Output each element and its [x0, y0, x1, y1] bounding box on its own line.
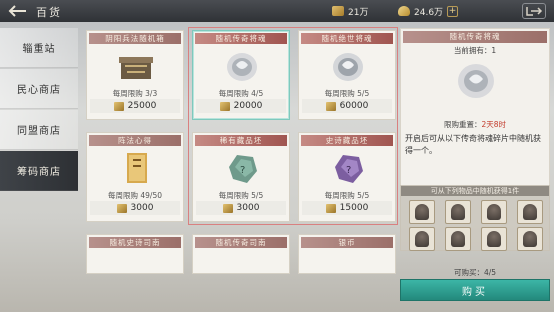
buy-button[interactable]: 购买: [400, 279, 550, 301]
card-title: 随机史诗司南: [89, 237, 181, 248]
card-title: 阴阳兵法随机箱: [89, 33, 181, 44]
coin-icon: [116, 203, 127, 213]
shop-card-legendary-soul[interactable]: 随机传奇将魂 每周限购 4/5 20000: [192, 30, 290, 120]
soul-orb-icon: [451, 59, 501, 103]
purple-stone-icon: ?: [323, 149, 373, 187]
sidebar-item-alliance-shop[interactable]: 同盟商店: [0, 110, 78, 150]
add-currency-button[interactable]: +: [447, 5, 459, 17]
price-value: 20000: [233, 101, 263, 111]
card-title: 随机传奇司南: [195, 237, 287, 248]
shop-card-epic-compass[interactable]: 随机史诗司南: [86, 234, 184, 274]
hero-portrait-icon: [451, 204, 465, 220]
page-title: 百货: [36, 6, 62, 19]
card-limit: 每周限购 5/5: [324, 191, 370, 200]
card-limit: 每周限购 3/3: [112, 89, 158, 98]
price-value: 25000: [127, 101, 157, 111]
coin-icon: [219, 101, 230, 111]
reward-slot[interactable]: [409, 200, 435, 224]
reward-slot[interactable]: [409, 227, 435, 251]
reward-slot[interactable]: [445, 200, 471, 224]
svg-text:?: ?: [346, 165, 351, 176]
shop-card-peerless-soul[interactable]: 随机绝世将魂 每周限购 5/5 60000: [298, 30, 396, 120]
treasure-box-icon: [111, 47, 161, 85]
card-price: 60000: [302, 99, 392, 113]
shop-card-formation-notes[interactable]: 阵法心得 每周限购 49/50 3000: [86, 132, 184, 222]
card-limit: 每周限购 5/5: [218, 191, 264, 200]
price-value: 3000: [130, 203, 154, 213]
price-value: 60000: [339, 101, 369, 111]
coin-icon: [325, 203, 336, 213]
scroll-book-icon: [111, 149, 161, 187]
card-title: 阵法心得: [89, 135, 181, 146]
reward-slot[interactable]: [445, 227, 471, 251]
purchase-remaining: 可购买：4/5: [453, 268, 497, 277]
card-price: 20000: [196, 99, 286, 113]
soul-orb-icon: [323, 47, 373, 85]
coin-icon: [222, 203, 233, 213]
card-limit: 每周限购 5/5: [324, 89, 370, 98]
price-value: 3000: [236, 203, 260, 213]
hero-portrait-icon: [451, 231, 465, 247]
restock-time: 2天8时: [481, 120, 507, 129]
card-title: 银币: [301, 237, 393, 248]
card-price: 3000: [90, 201, 180, 215]
gold-ingot-icon: [332, 6, 344, 16]
coin-icon: [113, 101, 124, 111]
sidebar-item-civil-shop[interactable]: 民心商店: [0, 69, 78, 109]
currency-yuanbao: 24.6万 +: [398, 4, 459, 18]
sidebar-item-chip-shop[interactable]: 筹码商店: [0, 151, 78, 191]
currency-ingot: 21万: [332, 4, 368, 18]
yuanbao-icon: [398, 6, 410, 16]
item-description: 开启后可从以下传奇将魂碎片中随机获得一个。: [405, 134, 541, 155]
hero-portrait-icon: [487, 204, 501, 220]
shop-card-rare-collectible[interactable]: 稀有藏品坯 ? 每周限购 5/5 3000: [192, 132, 290, 222]
reward-slot[interactable]: [517, 227, 543, 251]
hero-portrait-icon: [487, 231, 501, 247]
green-stone-icon: ?: [217, 149, 267, 187]
card-title: 随机传奇将魂: [195, 33, 287, 44]
card-price: 25000: [90, 99, 180, 113]
hero-portrait-icon: [415, 204, 429, 220]
soul-orb-icon: [217, 47, 267, 85]
back-arrow-icon[interactable]: [6, 2, 28, 20]
reward-pool-title: 可从下列物品中随机获得1件: [401, 186, 549, 196]
reward-slot[interactable]: [517, 200, 543, 224]
reward-slot[interactable]: [481, 200, 507, 224]
card-limit: 每周限购 4/5: [218, 89, 264, 98]
restock-label: 限购重置：: [443, 120, 482, 129]
card-price: 15000: [302, 201, 392, 215]
hero-portrait-icon: [415, 231, 429, 247]
card-title: 随机绝世将魂: [301, 33, 393, 44]
shop-card-epic-collectible[interactable]: 史诗藏品坯 ? 每周限购 5/5 15000: [298, 132, 396, 222]
exit-button[interactable]: [522, 3, 546, 19]
exit-icon: [526, 7, 543, 16]
detail-title: 随机传奇将魂: [403, 31, 547, 43]
sidebar-item-supply-station[interactable]: 辎重站: [0, 28, 78, 68]
shop-card-yinyang-box[interactable]: 阴阳兵法随机箱 每周限购 3/3 25000: [86, 30, 184, 120]
hero-portrait-icon: [523, 231, 537, 247]
shop-card-silver[interactable]: 银币: [298, 234, 396, 274]
card-price: 3000: [196, 201, 286, 215]
coin-icon: [325, 101, 336, 111]
currency1-value: 21万: [348, 7, 369, 18]
card-title: 稀有藏品坯: [195, 135, 287, 146]
svg-text:?: ?: [240, 165, 245, 176]
reward-slot[interactable]: [481, 227, 507, 251]
shop-card-legendary-compass[interactable]: 随机传奇司南: [192, 234, 290, 274]
sidebar: 辎重站 民心商店 同盟商店 筹码商店: [0, 28, 78, 192]
item-detail-panel: 随机传奇将魂 当前拥有：1 限购重置：2天8时 开启后可从以下传奇将魂碎片中随机…: [400, 28, 550, 188]
hero-portrait-icon: [523, 204, 537, 220]
reward-pool: 可从下列物品中随机获得1件: [400, 185, 550, 251]
currency2-value: 24.6万: [414, 7, 444, 18]
card-limit: 每周限购 49/50: [108, 191, 162, 200]
restock-timer: 限购重置：2天8时: [401, 119, 549, 130]
top-bar: 百货 21万 24.6万 +: [0, 0, 554, 22]
owned-count: 当前拥有：1: [453, 46, 497, 55]
card-title: 史诗藏品坯: [301, 135, 393, 146]
price-value: 15000: [339, 203, 369, 213]
